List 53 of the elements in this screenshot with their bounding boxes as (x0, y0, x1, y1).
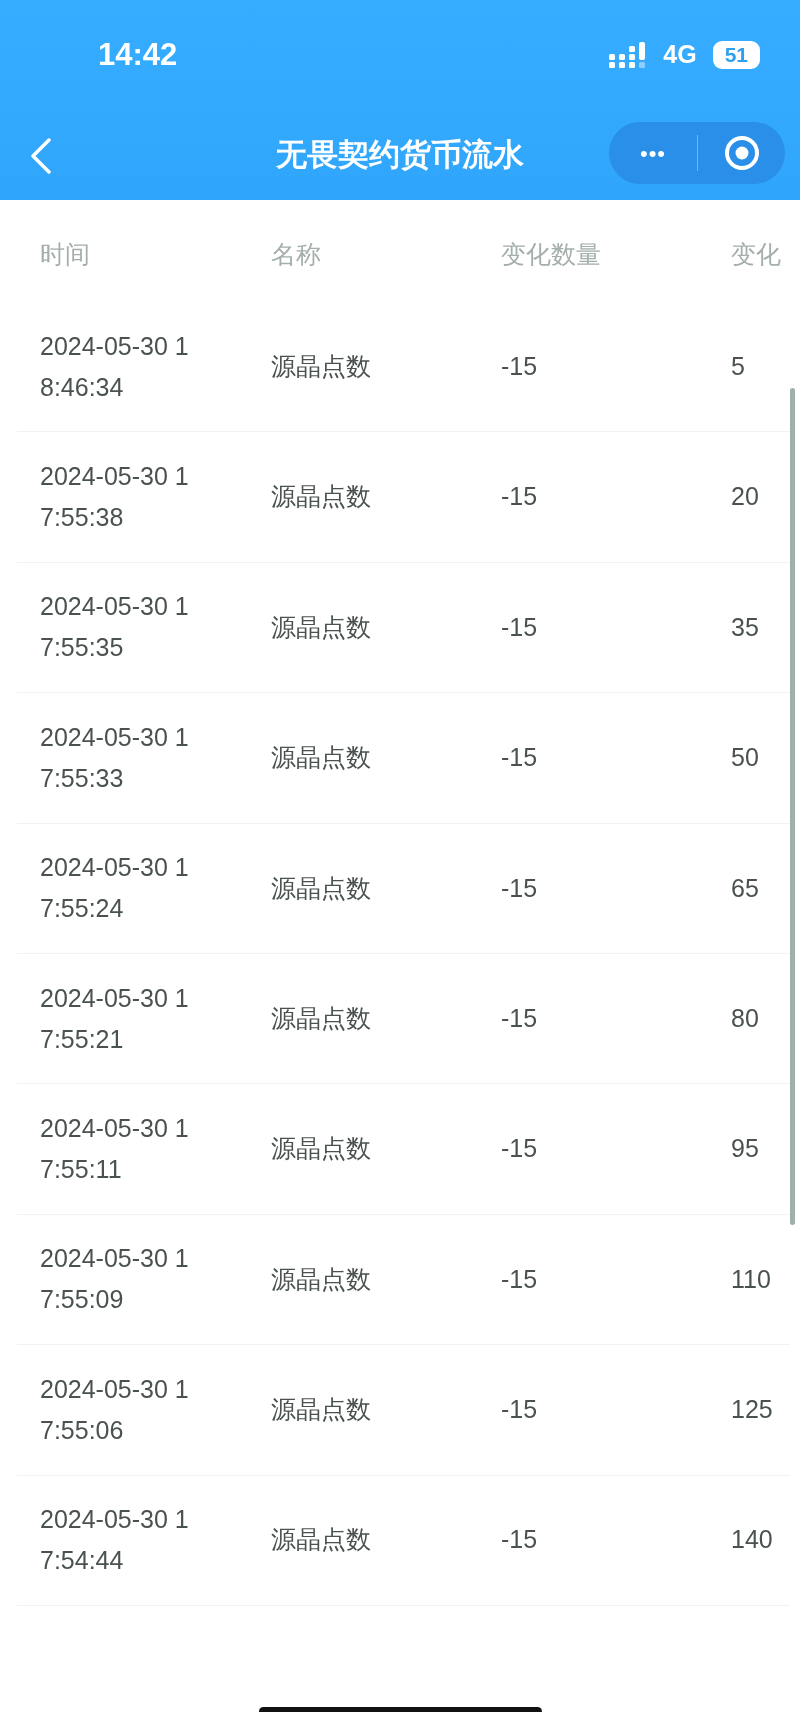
table-cell-text: 2024-05-30 17:55:21 (40, 982, 190, 1055)
table-cell: 80 (731, 1003, 759, 1032)
table-cell: 源晶点数 (271, 743, 371, 772)
page-title: 无畏契约货币流水 (276, 135, 524, 174)
table-cell: -15 (501, 1264, 538, 1293)
table-cell: 源晶点数 (271, 351, 371, 380)
table-cell: -15 (501, 1003, 538, 1032)
table-cell-text: 2024-05-30 18:46:34 (40, 330, 190, 403)
status-time: 14:42 (98, 35, 178, 74)
column-header: 变化数量 (501, 239, 602, 271)
column-header: 名称 (271, 239, 322, 271)
table-cell: 65 (731, 873, 759, 902)
table-cell-text: 2024-05-30 17:55:35 (40, 591, 190, 664)
table-cell: -15 (501, 1134, 538, 1163)
table-cell-text: 2024-05-30 17:54:44 (40, 1504, 190, 1577)
table-cell: -15 (501, 482, 538, 511)
table-cell: -15 (501, 612, 538, 641)
table-cell-text: 2024-05-30 17:55:33 (40, 721, 190, 794)
table-cell-text: 2024-05-30 17:55:38 (40, 461, 190, 534)
signal-icon (609, 42, 648, 68)
more-button[interactable]: ••• (609, 136, 697, 170)
table-cell-text: 2024-05-30 17:55:06 (40, 1373, 190, 1446)
table-cell: 源晶点数 (271, 873, 371, 902)
table-cell-text: 2024-05-30 17:55:11 (40, 1113, 190, 1186)
table-cell: 源晶点数 (271, 1264, 371, 1293)
table-cell-text: 2024-05-30 17:55:24 (40, 852, 190, 925)
close-icon[interactable] (724, 135, 760, 171)
table-cell: 50 (731, 743, 759, 772)
table-cell: 110 (731, 1264, 771, 1293)
table-cell: 140 (731, 1525, 773, 1554)
back-icon[interactable] (30, 138, 52, 174)
table-cell: -15 (501, 873, 538, 902)
table-cell: 源晶点数 (271, 612, 371, 641)
table-cell: 5 (731, 351, 745, 380)
table-cell: 源晶点数 (271, 1134, 371, 1163)
scrollbar[interactable] (790, 388, 795, 1225)
table-cell: 95 (731, 1134, 759, 1163)
table-cell: -15 (501, 351, 538, 380)
table-cell: 源晶点数 (271, 1395, 371, 1424)
table-cell: 20 (731, 482, 759, 511)
network-type: 4G (663, 39, 697, 71)
battery-level: 51 (712, 41, 760, 69)
table-cell: 源晶点数 (271, 1003, 371, 1032)
table-cell: -15 (501, 743, 538, 772)
table-cell: 35 (731, 612, 759, 641)
table-cell-text: 2024-05-30 17:55:09 (40, 1243, 190, 1316)
column-header: 时间 (40, 239, 91, 271)
table-cell: -15 (501, 1525, 538, 1554)
table-cell: 125 (731, 1395, 773, 1424)
table-cell: 源晶点数 (271, 482, 371, 511)
column-header: 变化 (731, 239, 782, 271)
table-cell: -15 (501, 1395, 538, 1424)
table-cell: 源晶点数 (271, 1525, 371, 1554)
